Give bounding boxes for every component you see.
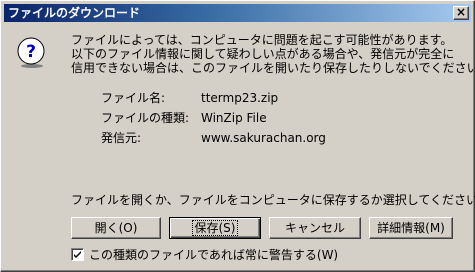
warning-line-2: 以下のファイル情報に関して疑わしい点がある場合や、発信元が完全に — [71, 47, 455, 61]
source-value: www.sakurachan.org — [201, 131, 326, 145]
file-name-label: ファイル名: — [101, 91, 166, 105]
warning-line-3: 信用できない場合は、このファイルを開いたり保存したりしないでください。 — [71, 61, 475, 75]
more-info-button[interactable]: 詳細情報(M) — [369, 217, 453, 239]
warning-line-1: ファイルによっては、コンピュータに問題を起こす可能性があります。 — [71, 33, 453, 47]
save-button-label: 保存(S) — [191, 220, 239, 236]
cancel-button[interactable]: キャンセル — [269, 217, 361, 239]
action-prompt: ファイルを開くか、ファイルをコンピュータに保存するか選択してください。 — [71, 193, 475, 207]
save-button[interactable]: 保存(S) — [169, 217, 261, 239]
title-bar[interactable]: ファイルのダウンロード × — [4, 4, 471, 22]
window-title: ファイルのダウンロード — [8, 6, 141, 20]
file-type-label: ファイルの種類: — [101, 111, 190, 125]
always-warn-label[interactable]: この種類のファイルであれば常に警告する(W) — [89, 248, 338, 262]
open-button[interactable]: 開く(O) — [71, 217, 161, 239]
check-icon — [74, 251, 81, 258]
download-dialog: ファイルのダウンロード × ? ファイルによっては、コンピュータに問題を起こす可… — [0, 0, 475, 272]
source-label: 発信元: — [101, 131, 142, 145]
warning-message: ファイルによっては、コンピュータに問題を起こす可能性があります。 以下のファイル… — [71, 33, 475, 75]
file-type-value: WinZip File — [201, 111, 267, 125]
file-name-value: ttermp23.zip — [201, 91, 279, 105]
always-warn-checkbox[interactable] — [71, 248, 84, 261]
question-icon: ? — [16, 37, 48, 69]
more-info-button-label: 詳細情報(M) — [377, 221, 445, 235]
open-button-label: 開く(O) — [94, 221, 138, 235]
close-icon: × — [455, 5, 467, 19]
cancel-button-label: キャンセル — [284, 221, 345, 235]
close-button[interactable]: × — [453, 6, 469, 20]
svg-text:?: ? — [26, 42, 36, 62]
